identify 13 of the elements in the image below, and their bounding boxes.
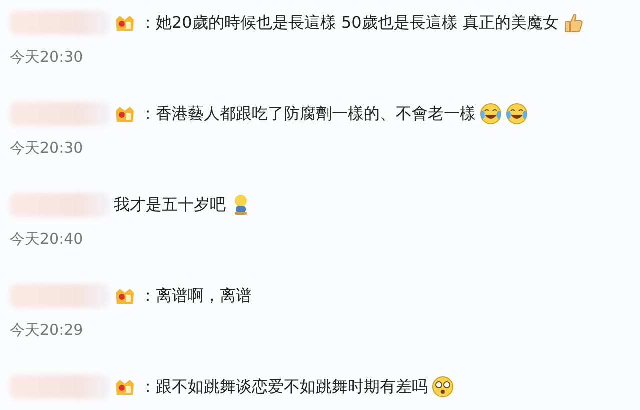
thumbs-up-icon: [562, 12, 585, 34]
comment-text: ：香港藝人都跟吃了防腐劑一樣的、不會老一樣: [140, 103, 476, 125]
comment-time: 今天20:40: [10, 230, 84, 248]
comment-text: 我才是五十岁吧: [114, 194, 226, 216]
laughing-face-icon: [506, 103, 528, 125]
comment-text: ：跟不如跳舞谈恋爱不如跳舞时期有差吗: [140, 376, 428, 398]
laughing-face-icon: [480, 103, 502, 125]
comment-time: 今天20:30: [10, 139, 84, 157]
comment-text: ：她20歲的時候也是長這樣 50歲也是長這樣 真正的美魔女: [140, 12, 559, 34]
comment-time: 今天20:29: [10, 321, 84, 339]
comment-time: 今天20:30: [10, 48, 84, 66]
dizzy-face-icon: [432, 376, 454, 398]
comment-text: ：离谱啊，离谱: [140, 285, 252, 307]
